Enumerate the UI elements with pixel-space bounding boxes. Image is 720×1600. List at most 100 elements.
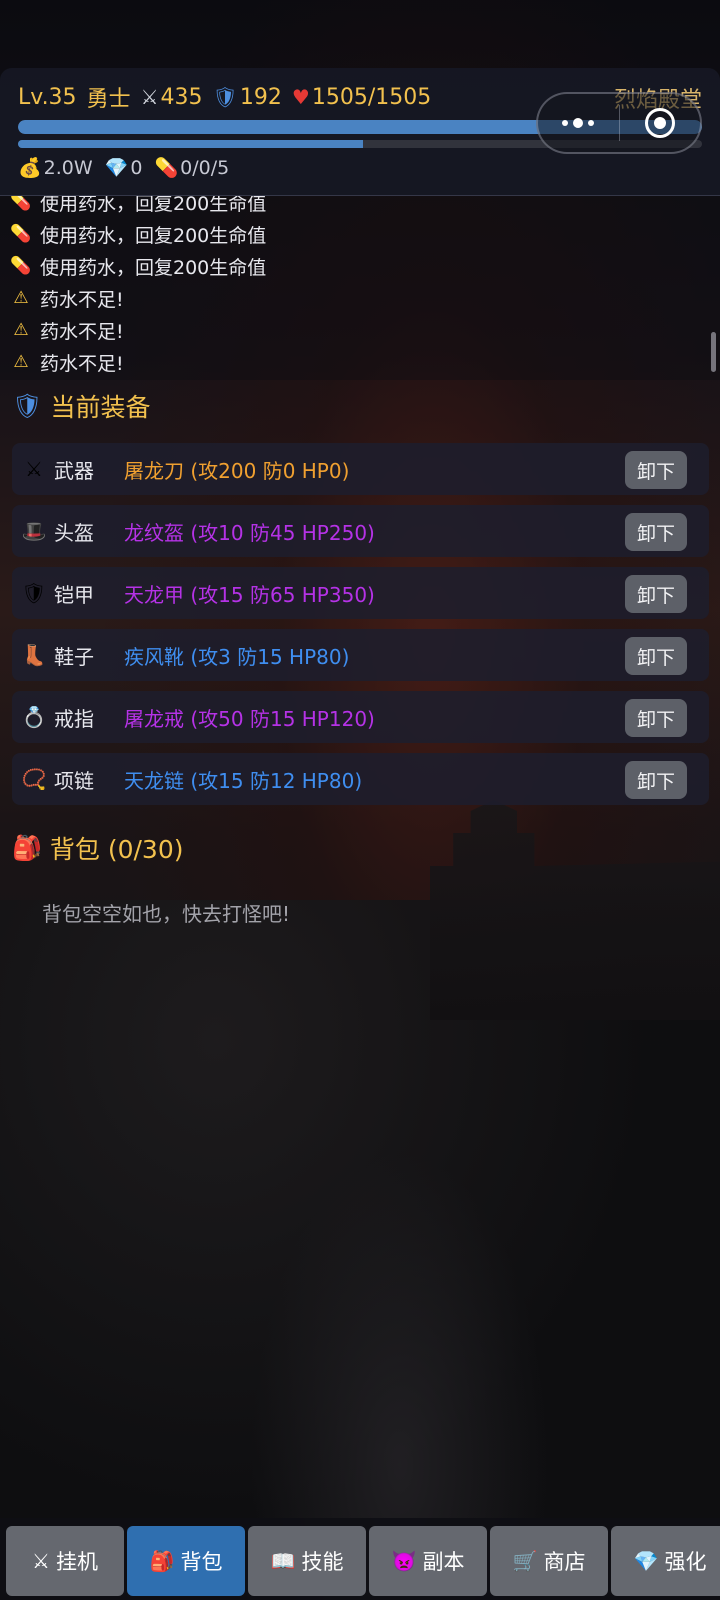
potion-resource: 💊 0/0/5 [154, 156, 230, 180]
nav-tab-label: 商店 [543, 1550, 586, 1574]
game-screen: Lv.35 勇士 ⚔ 435 🛡 192 ♥ 1505/1505 烈焰殿堂 💰 [0, 0, 720, 1600]
bag-section-title: 🎒 背包 (0/30) [12, 830, 184, 866]
bag-empty-message: 背包空空如也，快去打怪吧! [42, 902, 291, 926]
log-text: 使用药水，回复200生命值 [40, 256, 267, 279]
shield-icon: 🛡 [12, 392, 43, 420]
more-dots-icon [562, 118, 595, 128]
log-text: 药水不足! [40, 320, 124, 343]
nav-tab-label: 强化 [664, 1550, 707, 1574]
resources-row: 💰 2.0W 💎 0 💊 0/0/5 [18, 156, 230, 180]
heart-icon: ♥ [291, 85, 310, 109]
nav-tab-demon[interactable]: 👿 副本 [369, 1526, 487, 1596]
nav-tab-label: 背包 [180, 1550, 223, 1574]
attack-value: 435 [160, 84, 203, 110]
diamond-icon: 💎 [104, 157, 129, 179]
demon-icon: 👿 [391, 1549, 417, 1573]
item-name: 天龙链 (攻15 防12 HP80) [124, 768, 363, 793]
unequip-button[interactable]: 卸下 [625, 699, 687, 737]
bag-title-text: 背包 (0/30) [49, 835, 184, 864]
more-menu-button[interactable] [538, 94, 619, 152]
nav-tab-gem[interactable]: 💎 强化 [611, 1526, 720, 1596]
item-name: 天龙甲 (攻15 防65 HP350) [124, 582, 375, 607]
equipment-list: ⚔ 武器 屠龙刀 (攻200 防0 HP0) 卸下 🎩 头盔 龙纹盔 (攻10 防45 HP… [12, 443, 709, 815]
backpack-icon: 🎒 [149, 1549, 175, 1573]
log-line: 💊 使用药水，回复200生命值 [10, 196, 266, 218]
item-name: 龙纹盔 (攻10 防45 HP250) [124, 520, 375, 545]
gold-value: 2.0W [43, 156, 93, 179]
defense-stat: 🛡 192 [213, 85, 282, 110]
slot-name: 武器 [54, 458, 94, 483]
log-line: ⚠ 药水不足! [10, 346, 266, 378]
equipment-row: ⚔ 武器 屠龙刀 (攻200 防0 HP0) 卸下 [12, 443, 709, 495]
diamond-value: 0 [130, 156, 143, 179]
log-scrollbar[interactable] [711, 332, 716, 372]
warning-icon: ⚠ [13, 288, 29, 308]
cart-icon: 🛒 [512, 1549, 538, 1573]
pill-icon: 💊 [10, 196, 32, 212]
close-miniprogram-button[interactable] [620, 94, 701, 152]
log-line: ⚠ 药水不足! [10, 282, 266, 314]
nav-tab-label: 技能 [301, 1550, 344, 1574]
gold-resource: 💰 2.0W [18, 156, 93, 180]
unequip-button[interactable]: 卸下 [625, 637, 687, 675]
log-list: 💊 使用药水，回复200生命值 💊 使用药水，回复200生命值 💊 使用药水，回复200生… [10, 196, 266, 378]
equipment-row: 🛡 铠甲 天龙甲 (攻15 防65 HP350) 卸下 [12, 567, 709, 619]
player-level: Lv.35 [18, 84, 77, 110]
log-text: 使用药水，回复200生命值 [40, 196, 267, 215]
warning-icon: ⚠ [13, 352, 29, 372]
nav-tab-backpack[interactable]: 🎒 背包 [127, 1526, 245, 1596]
bottom-nav: ⚔ 挂机 🎒 背包 📖 技能 👿 副本 🛒 商店 💎 强化 [0, 1518, 720, 1600]
log-line: 💊 使用药水，回复200生命值 [10, 218, 266, 250]
unequip-button[interactable]: 卸下 [625, 451, 687, 489]
background-castle [430, 800, 720, 1020]
target-icon [644, 108, 675, 138]
log-text: 药水不足! [40, 352, 124, 375]
equipment-row: 📿 项链 天龙链 (攻15 防12 HP80) 卸下 [12, 753, 709, 805]
attack-stat: ⚔ 435 [141, 85, 203, 110]
log-text: 使用药水，回复200生命值 [40, 224, 267, 247]
defense-value: 192 [239, 84, 282, 110]
slot-name: 鞋子 [54, 644, 94, 669]
nav-tab-book[interactable]: 📖 技能 [248, 1526, 366, 1596]
nav-tab-label: 副本 [422, 1550, 465, 1574]
unequip-button[interactable]: 卸下 [625, 575, 687, 613]
equipment-row: 👢 鞋子 疾风靴 (攻3 防15 HP80) 卸下 [12, 629, 709, 681]
unequip-button[interactable]: 卸下 [625, 761, 687, 799]
pill-icon: 💊 [154, 157, 179, 179]
potion-value: 0/0/5 [180, 156, 230, 179]
equipment-title-text: 当前装备 [50, 393, 151, 422]
nav-tab-label: 挂机 [55, 1550, 98, 1574]
diamond-resource: 💎 0 [104, 156, 143, 180]
helmet-icon: 🎩 [21, 519, 47, 543]
miniprogram-capsule [536, 92, 702, 154]
battle-log[interactable]: 💊 使用药水，回复200生命值 💊 使用药水，回复200生命值 💊 使用药水，回复200生… [0, 196, 720, 380]
nav-tab-cart[interactable]: 🛒 商店 [490, 1526, 608, 1596]
log-line: 💊 使用药水，回复200生命值 [10, 250, 266, 282]
money-bag-icon: 💰 [18, 157, 42, 179]
hp-stat: ♥ 1505/1505 [292, 85, 431, 110]
gem-icon: 💎 [633, 1549, 659, 1573]
hp-value: 1505/1505 [311, 84, 432, 110]
swords-icon: ⚔ [32, 1549, 50, 1573]
sword-icon: ⚔ [25, 457, 43, 481]
log-text: 药水不足! [40, 288, 124, 311]
shield-icon: 🛡 [212, 85, 238, 109]
ring-icon: 💍 [21, 705, 47, 729]
boot-icon: 👢 [21, 643, 47, 667]
armor-icon: 🛡 [21, 581, 47, 605]
slot-name: 头盔 [54, 520, 94, 545]
log-line: ⚠ 药水不足! [10, 314, 266, 346]
sword-icon: ⚔ [140, 85, 159, 109]
xp-bar-fill [18, 140, 364, 148]
pill-icon: 💊 [10, 224, 32, 244]
backpack-icon: 🎒 [12, 834, 42, 862]
stats-row: Lv.35 勇士 ⚔ 435 🛡 192 ♥ 1505/1505 [18, 82, 431, 113]
unequip-button[interactable]: 卸下 [625, 513, 687, 551]
player-class: 勇士 [86, 87, 131, 112]
item-name: 疾风靴 (攻3 防15 HP80) [124, 644, 350, 669]
nav-tab-swords[interactable]: ⚔ 挂机 [6, 1526, 124, 1596]
item-name: 屠龙戒 (攻50 防15 HP120) [124, 706, 375, 731]
equipment-row: 💍 戒指 屠龙戒 (攻50 防15 HP120) 卸下 [12, 691, 709, 743]
equipment-row: 🎩 头盔 龙纹盔 (攻10 防45 HP250) 卸下 [12, 505, 709, 557]
pill-icon: 💊 [10, 256, 32, 276]
